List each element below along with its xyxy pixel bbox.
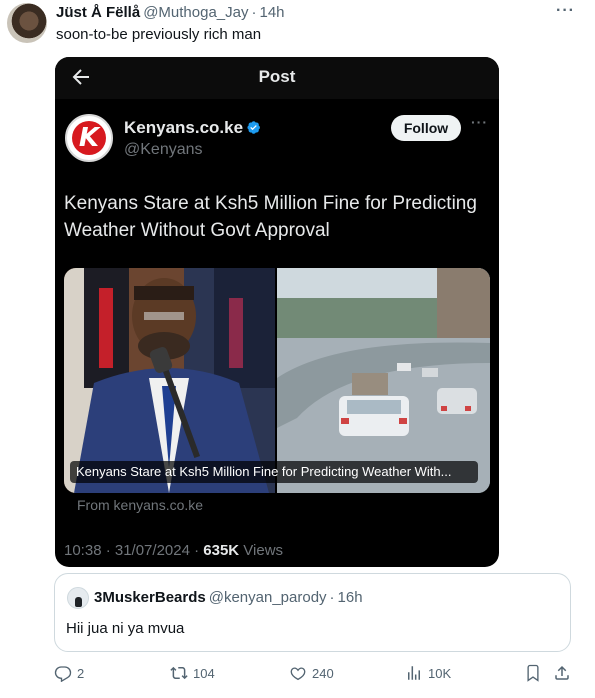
screenshot-more-icon: ··· <box>471 114 488 130</box>
tweet-header: Jüst Å Fëllå @Muthoga_Jay · 14h <box>56 4 285 21</box>
quote-text: Hii jua ni ya mvua <box>66 620 185 637</box>
link-card: Kenyans Stare at Ksh5 Million Fine for P… <box>64 268 490 493</box>
screenshot-views-count: 635K <box>203 542 240 559</box>
repost-count: 104 <box>193 665 215 681</box>
bookmark-icon <box>527 664 539 682</box>
screenshot-title: Post <box>258 67 296 86</box>
author-handle[interactable]: @Muthoga_Jay <box>143 4 248 21</box>
more-options-icon[interactable]: ··· <box>556 2 575 20</box>
attached-screenshot[interactable]: Post K Kenyans.co.ke @Kenyans Follow ···… <box>55 57 499 567</box>
quote-time: 16h <box>337 589 363 606</box>
reply-button[interactable]: 2 <box>54 662 84 684</box>
screenshot-meta: 10:38 · 31/07/2024 · 635K Views <box>64 542 283 559</box>
verified-badge-icon <box>247 121 260 134</box>
header-separator: · <box>251 4 257 21</box>
reply-icon <box>54 666 72 682</box>
tweet[interactable]: Jüst Å Fëllå @Muthoga_Jay · 14h ··· soon-to… <box>0 0 595 698</box>
quote-avatar <box>67 587 89 609</box>
quote-author-name: 3MuskerBeards <box>94 589 206 606</box>
screenshot-timestamp: 10:38 · 31/07/2024 · <box>64 542 204 559</box>
like-count: 240 <box>312 665 334 681</box>
action-bar: 2 104 240 10K <box>0 660 595 686</box>
analytics-icon <box>408 666 420 680</box>
screenshot-top-bar: Post <box>55 57 499 99</box>
screenshot-follow-button: Follow <box>391 115 461 141</box>
bookmark-button[interactable] <box>524 662 547 684</box>
share-button[interactable] <box>553 662 576 684</box>
repost-icon <box>170 666 188 680</box>
kenyans-logo: K <box>65 114 113 162</box>
author-avatar[interactable] <box>7 3 47 43</box>
like-button[interactable]: 240 <box>289 662 334 684</box>
screenshot-account-handle: @Kenyans <box>124 141 203 158</box>
screenshot-account-name: Kenyans.co.ke <box>124 118 261 138</box>
quote-author-handle: @kenyan_parody <box>208 589 327 606</box>
screenshot-views-label: Views <box>239 542 284 559</box>
views-button[interactable]: 10K <box>405 662 451 684</box>
share-icon <box>555 665 569 680</box>
tweet-text: soon-to-be previously rich man <box>56 26 262 43</box>
repost-button[interactable]: 104 <box>170 662 215 684</box>
author-name[interactable]: Jüst Å Fëllå <box>56 4 140 21</box>
card-image-rain <box>277 268 490 493</box>
tweet-time[interactable]: 14h <box>260 4 285 21</box>
card-source: From kenyans.co.ke <box>77 497 204 513</box>
card-caption: Kenyans Stare at Ksh5 Million Fine for P… <box>70 461 478 483</box>
views-count: 10K <box>428 665 452 681</box>
heart-icon <box>290 667 306 681</box>
quote-header: 3MuskerBeards @kenyan_parody · 16h <box>94 589 363 606</box>
screenshot-account-name-text: Kenyans.co.ke <box>124 118 244 137</box>
reply-count: 2 <box>77 665 85 681</box>
card-image-speaker <box>64 268 275 493</box>
speaker-photo <box>64 268 275 493</box>
screenshot-headline: Kenyans Stare at Ksh5 Million Fine for P… <box>64 193 477 241</box>
kenyans-logo-letter: K <box>72 121 106 155</box>
quoted-tweet[interactable]: 3MuskerBeards @kenyan_parody · 16h Hii jua … <box>54 573 571 652</box>
rain-road-photo <box>277 268 490 493</box>
quote-separator: · <box>329 589 335 606</box>
